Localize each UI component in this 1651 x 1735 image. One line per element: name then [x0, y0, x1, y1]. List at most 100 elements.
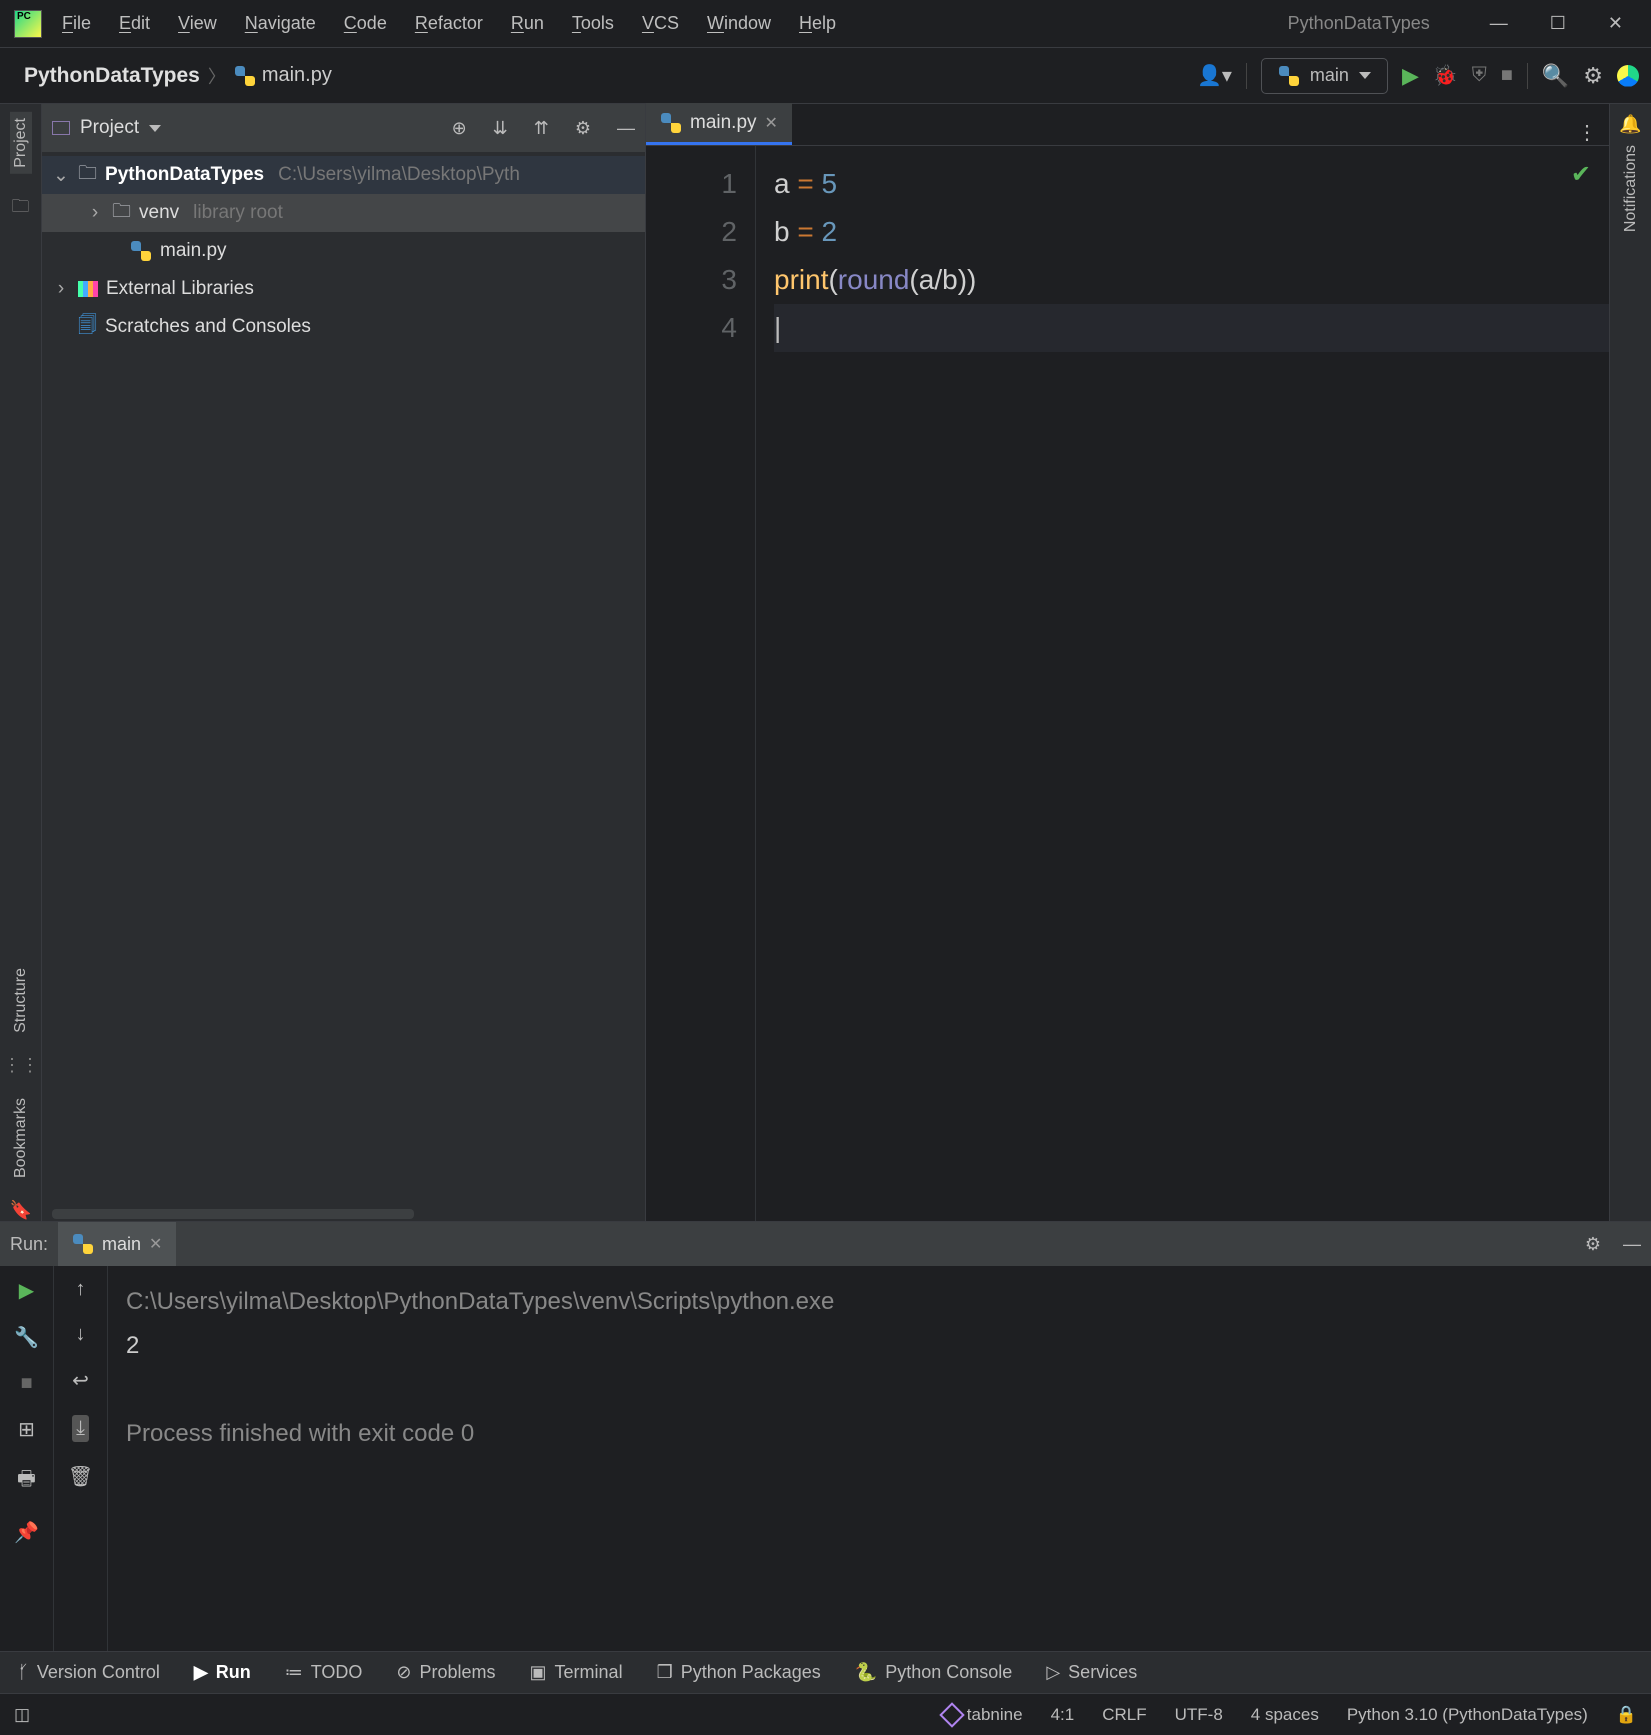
- menu-edit[interactable]: Edit: [119, 13, 150, 34]
- menu-run[interactable]: Run: [511, 13, 544, 34]
- notifications-tool-tab[interactable]: Notifications: [1622, 145, 1640, 232]
- more-icon[interactable]: ⋮: [1577, 120, 1597, 145]
- tree-venv[interactable]: › 🗀 venv library root: [42, 194, 645, 232]
- code-with-me-icon[interactable]: [1617, 65, 1639, 87]
- pin-icon[interactable]: 📌: [14, 1520, 39, 1545]
- coverage-button[interactable]: ⛨: [1472, 64, 1487, 87]
- code-line[interactable]: |: [774, 304, 1609, 352]
- libraries-icon: [78, 281, 98, 297]
- bookmarks-tool-tab[interactable]: Bookmarks: [12, 1098, 30, 1178]
- minimize-button[interactable]: —: [1490, 13, 1508, 34]
- run-button[interactable]: ▶: [1402, 63, 1419, 89]
- scroll-to-end-icon[interactable]: ⤓: [72, 1415, 89, 1442]
- close-button[interactable]: ✕: [1608, 13, 1623, 34]
- bottom-tab-python-console[interactable]: 🐍Python Console: [855, 1662, 1013, 1683]
- bell-icon[interactable]: 🔔: [1619, 114, 1641, 135]
- menu-file[interactable]: File: [62, 13, 91, 34]
- menu-code[interactable]: Code: [344, 13, 387, 34]
- caret-position[interactable]: 4:1: [1051, 1705, 1075, 1725]
- tree-scratches-label: Scratches and Consoles: [105, 316, 311, 338]
- expand-arrow-icon[interactable]: ›: [52, 278, 70, 300]
- soft-wrap-icon[interactable]: ↩: [72, 1368, 89, 1393]
- user-icon[interactable]: 👤▾: [1197, 63, 1232, 88]
- tab-icon: ≔: [285, 1662, 303, 1683]
- layout-icon[interactable]: ⊞: [18, 1417, 35, 1442]
- wrench-icon[interactable]: 🔧: [14, 1325, 39, 1350]
- bottom-tab-version-control[interactable]: ᚶVersion Control: [18, 1662, 160, 1683]
- close-tab-icon[interactable]: ✕: [149, 1234, 162, 1254]
- print-icon[interactable]: 🖶: [17, 1464, 36, 1498]
- line-separator[interactable]: CRLF: [1102, 1705, 1146, 1725]
- bottom-tab-run[interactable]: ▶Run: [194, 1662, 251, 1683]
- file-encoding[interactable]: UTF-8: [1175, 1705, 1223, 1725]
- maximize-button[interactable]: ☐: [1550, 13, 1566, 34]
- tree-external-libs[interactable]: › External Libraries: [42, 270, 645, 308]
- menu-navigate[interactable]: Navigate: [245, 13, 316, 34]
- collapse-all-icon[interactable]: ⇈: [534, 118, 549, 139]
- breadcrumb-file[interactable]: main.py: [234, 64, 332, 87]
- stop-button[interactable]: ■: [1501, 64, 1513, 87]
- navigation-bar: PythonDataTypes 〉 main.py 👤▾ main ▶ 🐞 ⛨ …: [0, 48, 1651, 104]
- settings-icon[interactable]: ⚙: [1585, 1234, 1601, 1255]
- menu-view[interactable]: View: [178, 13, 217, 34]
- tab-icon: ❒: [657, 1662, 673, 1683]
- code-line[interactable]: a = 5: [774, 160, 1609, 208]
- bottom-tool-stripe: ᚶVersion Control ▶Run ≔TODO ⊘Problems ▣Termi…: [0, 1651, 1651, 1693]
- project-tool-tab[interactable]: Project: [10, 112, 32, 174]
- console-exit: Process finished with exit code 0: [126, 1412, 1633, 1456]
- code-line[interactable]: print(round(a/b)): [774, 256, 1609, 304]
- editor-tab-main[interactable]: main.py ✕: [646, 103, 792, 145]
- interpreter-widget[interactable]: Python 3.10 (PythonDataTypes): [1347, 1705, 1588, 1725]
- tree-root[interactable]: ⌄ 🗀 PythonDataTypes C:\Users\yilma\Deskt…: [42, 156, 645, 194]
- menu-vcs[interactable]: VCS: [642, 13, 679, 34]
- locate-icon[interactable]: ⊕: [452, 118, 467, 139]
- search-icon[interactable]: 🔍: [1542, 63, 1569, 89]
- up-arrow-icon[interactable]: ↑: [76, 1278, 86, 1301]
- tab-icon: ▣: [530, 1662, 547, 1683]
- down-arrow-icon[interactable]: ↓: [76, 1323, 86, 1346]
- editor-tabs: main.py ✕ ⋮: [646, 104, 1609, 146]
- bottom-tab-problems[interactable]: ⊘Problems: [396, 1662, 495, 1683]
- tabnine-widget[interactable]: tabnine: [943, 1705, 1023, 1725]
- bottom-tab-todo[interactable]: ≔TODO: [285, 1662, 363, 1683]
- breadcrumb-project[interactable]: PythonDataTypes: [24, 64, 200, 88]
- bottom-tab-terminal[interactable]: ▣Terminal: [530, 1662, 623, 1683]
- lock-icon[interactable]: 🔒: [1616, 1705, 1637, 1725]
- hide-icon[interactable]: —: [617, 118, 635, 139]
- horizontal-scrollbar[interactable]: [52, 1209, 414, 1219]
- inspection-ok-icon[interactable]: ✔: [1571, 160, 1591, 189]
- tree-scratches[interactable]: 🗐 Scratches and Consoles: [42, 308, 645, 346]
- rerun-icon[interactable]: ▶: [19, 1278, 34, 1303]
- folder-icon[interactable]: 🗀: [12, 194, 30, 224]
- chevron-down-icon: [1359, 72, 1371, 79]
- run-tab-main[interactable]: main ✕: [58, 1222, 176, 1266]
- structure-tool-tab[interactable]: Structure: [12, 968, 30, 1033]
- indent-widget[interactable]: 4 spaces: [1251, 1705, 1319, 1725]
- expand-all-icon[interactable]: ⇊: [493, 118, 508, 139]
- tree-file-main[interactable]: main.py: [42, 232, 645, 270]
- chevron-right-icon: 〉: [208, 63, 226, 89]
- expand-arrow-icon[interactable]: ⌄: [52, 164, 70, 187]
- structure-icon: ⋮⋮: [3, 1055, 39, 1076]
- windows-icon[interactable]: ◫: [14, 1705, 30, 1725]
- code-line[interactable]: b = 2: [774, 208, 1609, 256]
- console-output[interactable]: C:\Users\yilma\Desktop\PythonDataTypes\v…: [108, 1266, 1651, 1651]
- bottom-tab-services[interactable]: ▷Services: [1046, 1662, 1137, 1683]
- menu-help[interactable]: Help: [799, 13, 836, 34]
- settings-icon[interactable]: ⚙: [1583, 63, 1603, 89]
- close-tab-icon[interactable]: ✕: [765, 113, 778, 133]
- trash-icon[interactable]: 🗑: [68, 1464, 93, 1489]
- debug-button[interactable]: 🐞: [1433, 63, 1458, 88]
- expand-arrow-icon[interactable]: ›: [86, 202, 104, 224]
- menu-tools[interactable]: Tools: [572, 13, 614, 34]
- bottom-tab-python-packages[interactable]: ❒Python Packages: [657, 1662, 821, 1683]
- settings-icon[interactable]: ⚙: [575, 118, 591, 139]
- hide-icon[interactable]: —: [1623, 1234, 1641, 1255]
- project-pane-title[interactable]: Project: [52, 117, 161, 139]
- menu-window[interactable]: Window: [707, 13, 771, 34]
- menu-refactor[interactable]: Refactor: [415, 13, 483, 34]
- stop-icon[interactable]: ■: [20, 1372, 32, 1395]
- code-area[interactable]: a = 5b = 2print(round(a/b))|: [756, 146, 1609, 1221]
- run-configuration-selector[interactable]: main: [1261, 58, 1388, 94]
- editor-body[interactable]: 1234 a = 5b = 2print(round(a/b))| ✔: [646, 146, 1609, 1221]
